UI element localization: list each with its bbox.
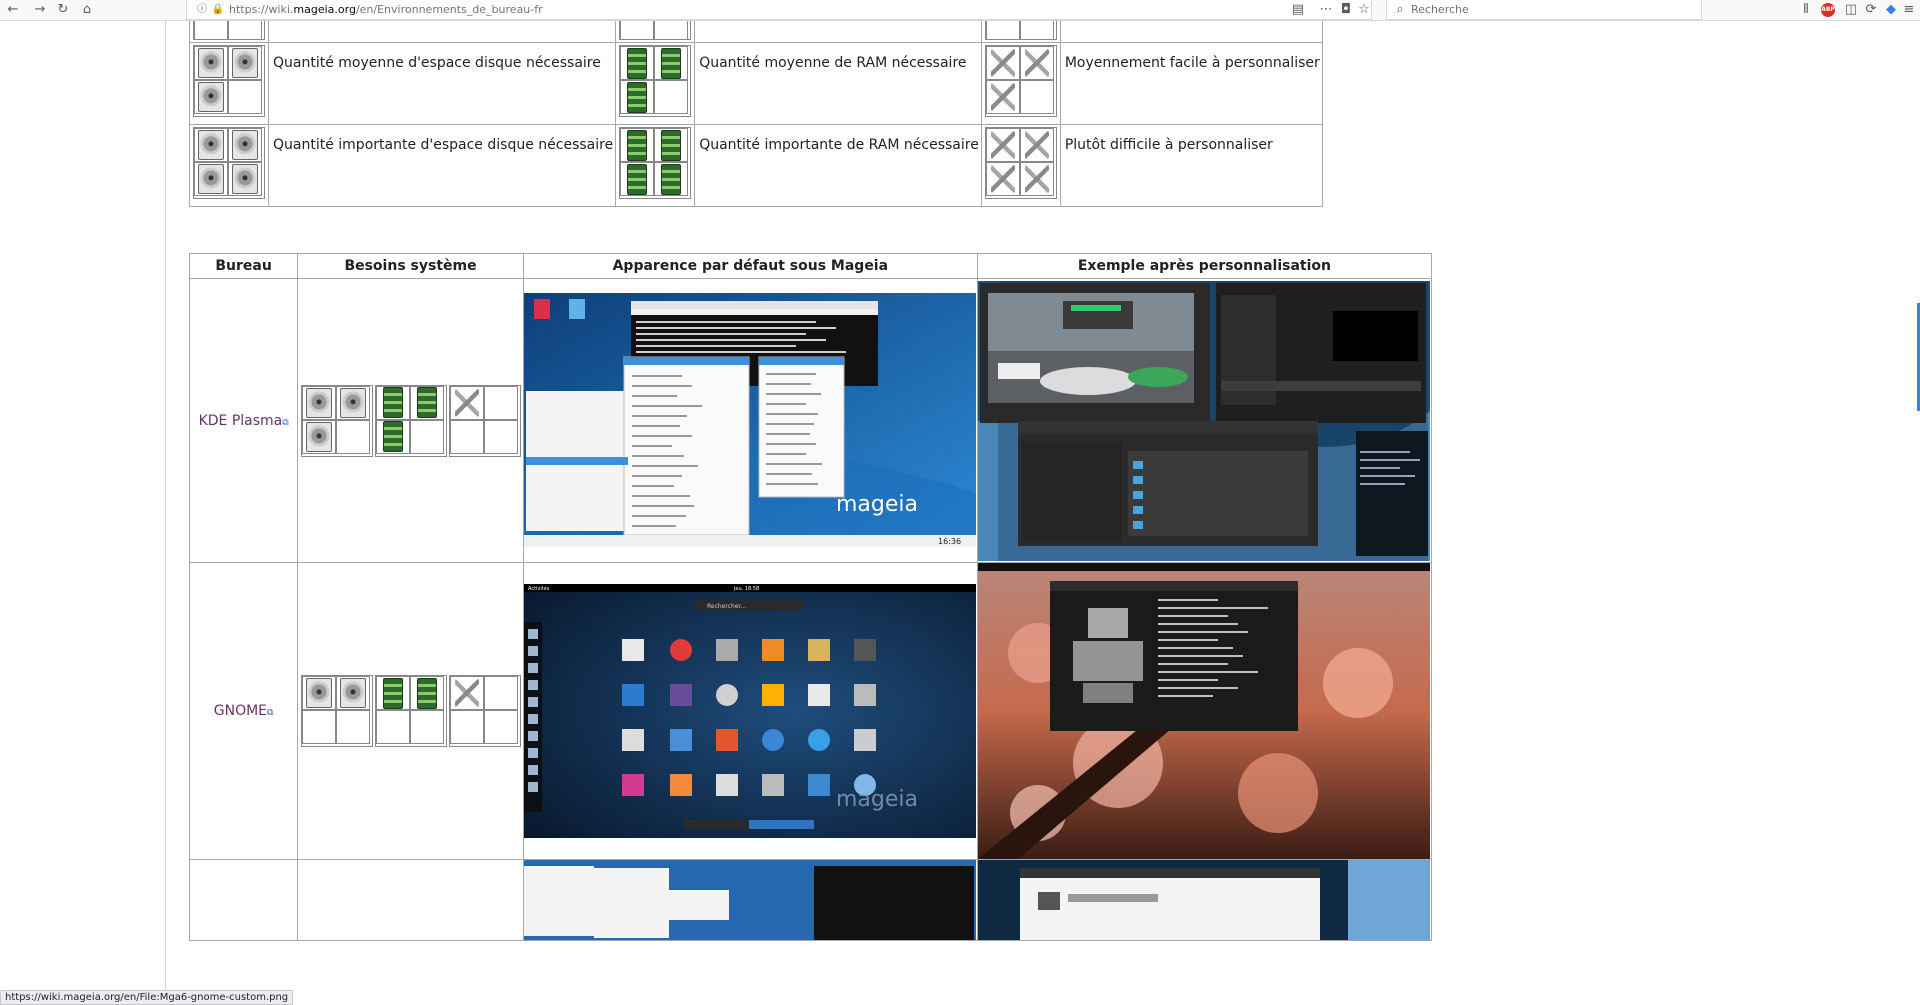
reader-mode-icon[interactable]: ▤ — [1289, 1, 1307, 19]
forward-icon[interactable]: → — [31, 1, 49, 19]
header-apparence: Apparence par défaut sous Mageia — [522, 253, 978, 279]
kde-plasma-link[interactable]: KDE Plasma⧉ — [199, 413, 289, 429]
header-besoins: Besoins système — [297, 253, 524, 279]
legend-row-partial — [189, 21, 1323, 43]
pocket-icon[interactable]: ◘ — [1337, 1, 1355, 19]
kde-custom-image — [977, 281, 1430, 561]
next-custom-screenshot[interactable] — [976, 859, 1433, 941]
scrollbar[interactable] — [1916, 21, 1920, 1005]
search-placeholder: Recherche — [1411, 3, 1469, 16]
sync-icon[interactable]: ⟳ — [1862, 1, 1880, 19]
kde-custom-screenshot[interactable] — [976, 278, 1433, 563]
system-needs-gnome — [298, 675, 523, 747]
tools-grid-4 — [984, 127, 1057, 199]
status-bar-url: https://wiki.mageia.org/en/File:Mga6-gno… — [0, 990, 294, 1005]
custom-icons — [980, 21, 1061, 43]
adblock-icon[interactable]: ABP — [1821, 3, 1835, 17]
external-link-icon: ⧉ — [282, 417, 289, 428]
legend-disk-text: Quantité importante d'espace disque néce… — [267, 124, 617, 207]
svg-text:jeu. 18:58: jeu. 18:58 — [733, 586, 759, 592]
page-content: Quantité moyenne d'espace disque nécessa… — [0, 21, 1916, 1005]
ram-icons — [615, 21, 696, 43]
gnome-default-screenshot[interactable]: Activités jeu. 18:58 Rechercher... magei… — [522, 562, 978, 860]
search-bar[interactable]: ⌕ Recherche — [1386, 0, 1702, 20]
svg-text:16:36: 16:36 — [938, 537, 961, 546]
kde-default-screenshot[interactable]: mageia 16:36 — [522, 278, 978, 563]
disk-icons — [189, 21, 269, 43]
ram-grid-3 — [619, 45, 692, 117]
disk-grid-4 — [193, 127, 265, 199]
home-icon[interactable]: ⌂ — [78, 1, 96, 19]
library-icon[interactable]: ⫴ — [1797, 1, 1815, 19]
svg-text:mageia: mageia — [836, 787, 918, 812]
table-row: KDE Plasma⧉ mageia 16:36 — [188, 278, 1433, 563]
tools-grid-3 — [984, 45, 1057, 117]
reload-icon[interactable]: ↻ — [54, 1, 72, 19]
ram-grid-4 — [619, 127, 692, 199]
lock-icon: 🔒 — [211, 4, 225, 15]
bookmark-star-icon[interactable]: ☆ — [1355, 1, 1373, 19]
menu-icon[interactable]: ≡ — [1900, 1, 1918, 19]
page-actions-icon[interactable]: ⋯ — [1317, 1, 1335, 19]
browser-toolbar: ← → ↻ ⌂ ⓘ 🔒 https://wiki.mageia.org/en/E… — [0, 0, 1920, 21]
header-bureau: Bureau — [188, 253, 299, 279]
desktops-table: Bureau Besoins système Apparence par déf… — [188, 253, 1433, 941]
gnome-custom-image — [977, 563, 1430, 859]
system-needs-kde — [298, 384, 523, 457]
gnome-screenshot-image: Activités jeu. 18:58 Rechercher... magei… — [523, 584, 976, 838]
header-exemple: Exemple après personnalisation — [976, 253, 1433, 279]
url-text: https://wiki.mageia.org/en/Environnement… — [229, 3, 543, 16]
search-icon: ⌕ — [1396, 2, 1404, 17]
legend-row: Quantité importante d'espace disque néce… — [189, 124, 1323, 207]
gnome-custom-screenshot[interactable] — [976, 562, 1433, 860]
legend-custom-text: Moyennement facile à personnaliser — [1059, 42, 1323, 125]
table-row: GNOME⧉ Activités jeu. 18:58 Rechercher..… — [188, 562, 1433, 860]
legend-ram-text: Quantité moyenne de RAM nécessaire — [694, 42, 982, 125]
disk-grid-3 — [193, 45, 265, 117]
extension-icon[interactable]: ◆ — [1882, 1, 1900, 19]
external-link-icon: ⧉ — [267, 708, 274, 718]
url-bar[interactable]: ⓘ 🔒 https://wiki.mageia.org/en/Environne… — [186, 0, 1372, 20]
sidebar-icon[interactable]: ◫ — [1842, 1, 1860, 19]
svg-text:Rechercher...: Rechercher... — [707, 603, 746, 610]
kde-screenshot-image: mageia 16:36 — [523, 293, 976, 547]
mageia-logo: mageia — [836, 492, 918, 517]
back-icon[interactable]: ← — [4, 1, 22, 19]
gnome-link[interactable]: GNOME⧉ — [214, 703, 274, 719]
legend-table: Quantité moyenne d'espace disque nécessa… — [189, 21, 1323, 207]
legend-row: Quantité moyenne d'espace disque nécessa… — [189, 42, 1323, 125]
svg-text:Activités: Activités — [528, 585, 550, 592]
legend-ram-text: Quantité importante de RAM nécessaire — [694, 124, 982, 207]
legend-disk-text: Quantité moyenne d'espace disque nécessa… — [267, 42, 617, 125]
table-row — [188, 859, 1433, 941]
legend-custom-text: Plutôt difficile à personnaliser — [1059, 124, 1323, 207]
next-default-screenshot[interactable] — [522, 859, 978, 941]
